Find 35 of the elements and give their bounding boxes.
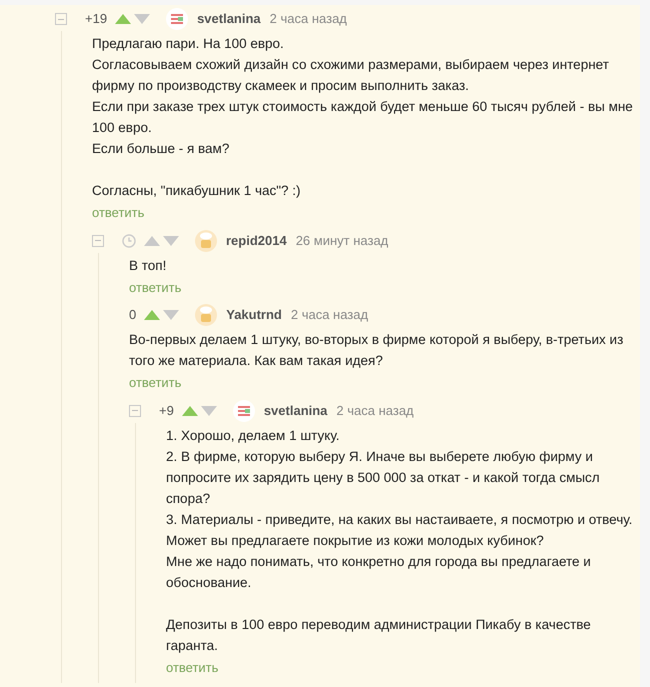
rating: +9 <box>159 402 174 420</box>
comment-text: Депозиты в 100 евро переводим администрации Пикабу в качестве гаранта. <box>166 616 592 655</box>
collapse-button[interactable] <box>129 404 141 416</box>
author-name[interactable]: Yakutrnd <box>226 305 282 325</box>
rating: +19 <box>85 10 108 28</box>
comment-text: 2. В фирме, которую выберу Я. Иначе вы выберете любую фирму и попросите их зарядить цену в 500 000 за откат - и какой тогда смысл спора? <box>166 448 601 508</box>
comment-text: 3. Материалы - приведите, на каких вы настаиваете, я посмотрю и отвечу. Может вы предлагаете покрытие из кожи молодых кубинок? <box>166 510 634 550</box>
downvote-button[interactable] <box>200 406 217 416</box>
comment-text: Предлагаю пари. На 100 евро. <box>92 35 285 53</box>
comment-text: Согласовываем схожий дизайн со схожими размерами, выбираем через интернет фирму по производству скамеек и просим выполнить заказ. <box>92 56 610 95</box>
author-name[interactable]: repid2014 <box>226 230 287 250</box>
collapse-button[interactable] <box>92 234 104 246</box>
comment-time: 2 часа назад <box>290 306 368 324</box>
upvote-button[interactable] <box>182 406 198 416</box>
rating: 0 <box>129 306 136 324</box>
comment-time: 2 часа назад <box>336 402 414 420</box>
comment-text: В топ! <box>129 256 168 274</box>
comment-text: Во-первых делаем 1 штуку, во-вторых в фирме которой я выберу, в-третьих из того же материала. Как вам такая идея? <box>129 331 624 370</box>
author-name[interactable]: svetlanina <box>197 9 261 29</box>
downvote-button[interactable] <box>163 236 179 246</box>
comment-text: Если больше - я вам? <box>92 140 230 158</box>
comment-text: Согласны, "пикабушник 1 час"? :) <box>92 182 302 200</box>
clock-icon <box>122 234 136 248</box>
upvote-button[interactable] <box>115 14 132 24</box>
comment-time: 26 минут назад <box>296 232 388 250</box>
downvote-button[interactable] <box>163 310 180 320</box>
comment-time: 2 часа назад <box>270 10 347 28</box>
downvote-button[interactable] <box>134 14 150 24</box>
upvote-button[interactable] <box>144 236 160 246</box>
comment-text: Если при заказе трех штук стоимость каждой будет меньше 60 тысяч рублей - вы мне 100 евро. <box>92 98 634 137</box>
comment-text: 1. Хорошо, делаем 1 штуку. <box>166 426 340 445</box>
comment-text: Мне же надо понимать, что конкретно для города вы предлагаете и обоснование. <box>166 552 592 592</box>
upvote-button[interactable] <box>144 310 160 320</box>
author-name[interactable]: svetlanina <box>264 400 328 420</box>
collapse-button[interactable] <box>55 13 67 25</box>
